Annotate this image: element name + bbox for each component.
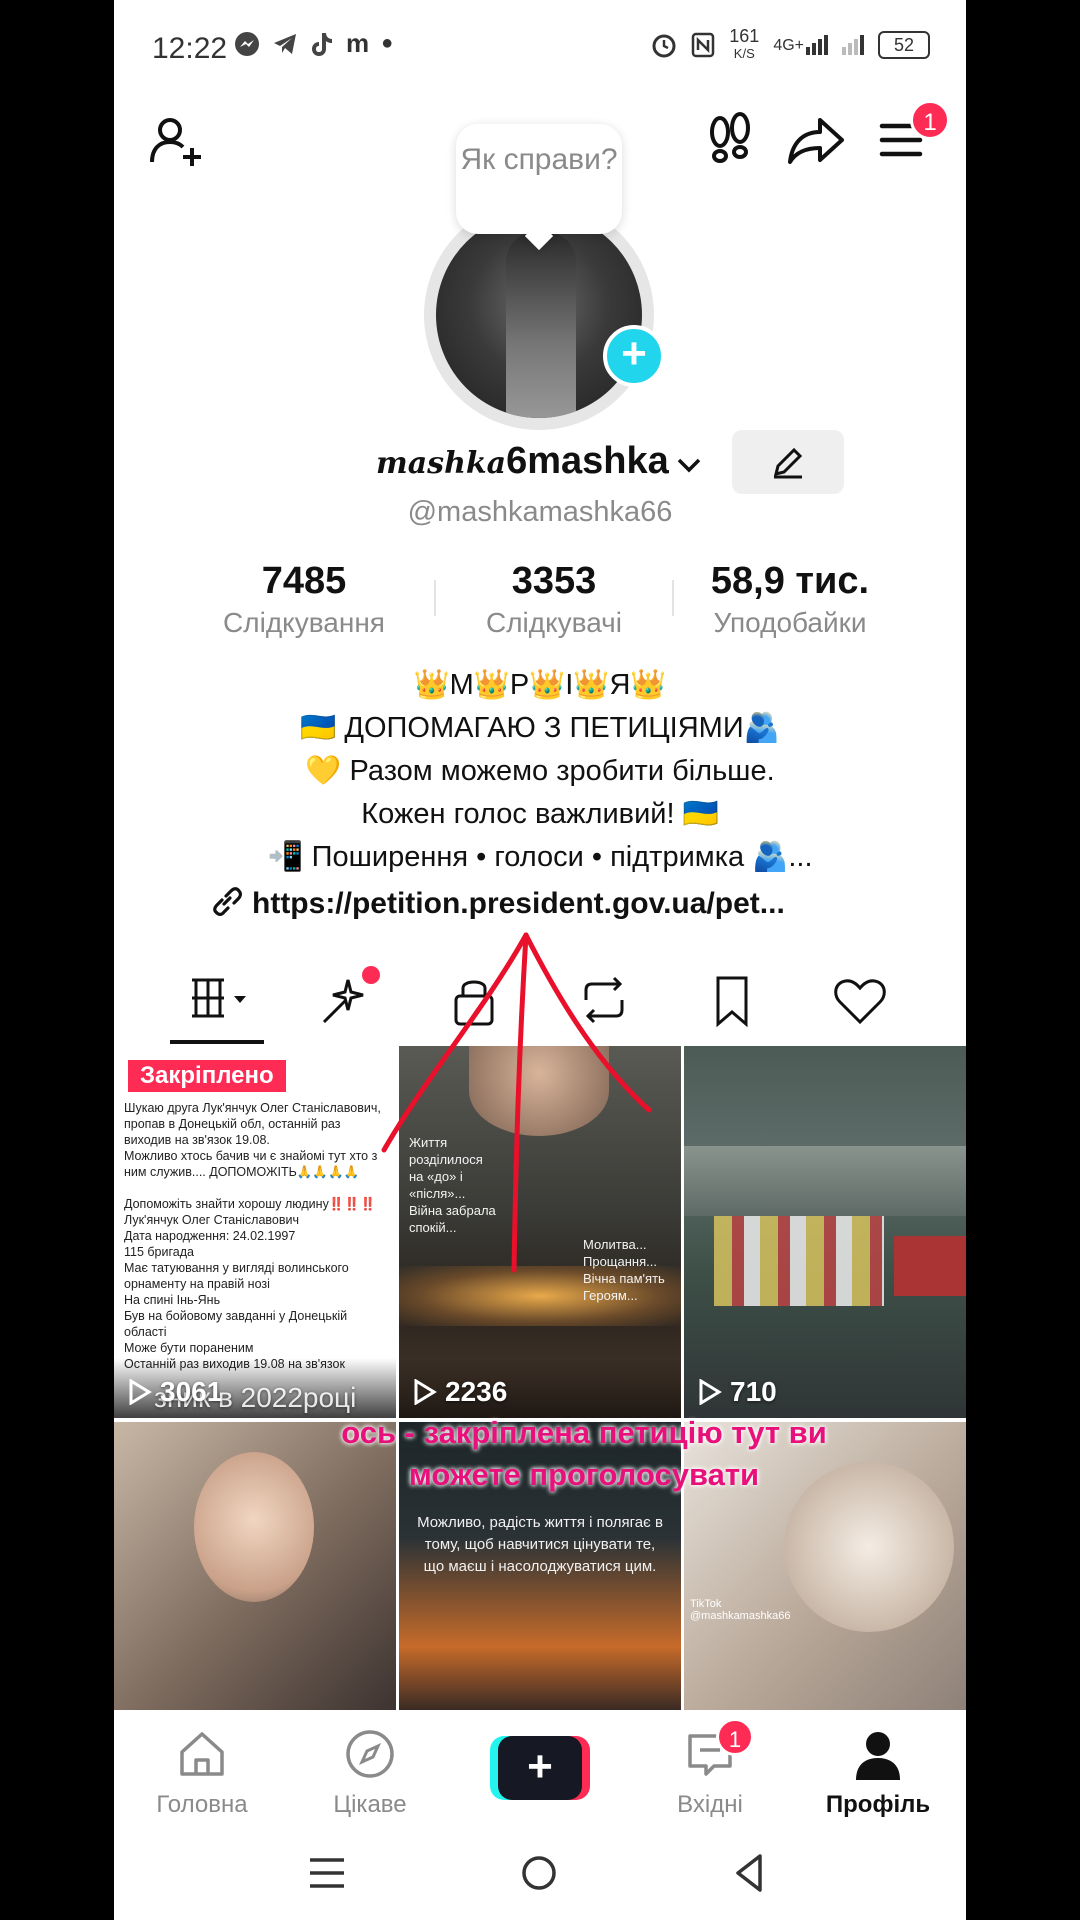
nav-profile[interactable]: Профіль	[818, 1726, 938, 1819]
back-icon[interactable]	[726, 1848, 776, 1898]
home-icon	[180, 1732, 224, 1776]
inbox-badge: 1	[716, 1718, 754, 1756]
system-navigation-bar	[114, 1820, 966, 1920]
home-circle-icon[interactable]	[514, 1848, 564, 1898]
nav-discover[interactable]: Цікаве	[310, 1726, 430, 1819]
create-button[interactable]: +	[490, 1736, 590, 1800]
annotation-arrow	[381, 932, 652, 1273]
nav-home[interactable]: Головна	[142, 1726, 262, 1819]
nav-inbox[interactable]: Вхідні 1	[650, 1718, 770, 1819]
compass-icon	[346, 1730, 394, 1778]
recent-apps-icon[interactable]	[302, 1848, 352, 1898]
profile-icon	[856, 1732, 900, 1780]
annotation-caption: ось - закріплена петицію тут ви можете п…	[341, 1415, 827, 1492]
bottom-navigation: Головна Цікаве + Вхідні 1 Профіль	[114, 1710, 966, 1820]
plus-icon: +	[498, 1736, 582, 1800]
tile-quote: Можливо, радість життя і полягає в тому,…	[417, 1514, 663, 1575]
tiktok-profile-screen: 12:22 m ● 161 K/S 4G+ 52 1 + Як справи? …	[114, 0, 966, 1920]
tile-image-portrait	[194, 1452, 314, 1602]
tiktok-watermark: TikTok @mashkamashka66	[690, 1598, 791, 1622]
